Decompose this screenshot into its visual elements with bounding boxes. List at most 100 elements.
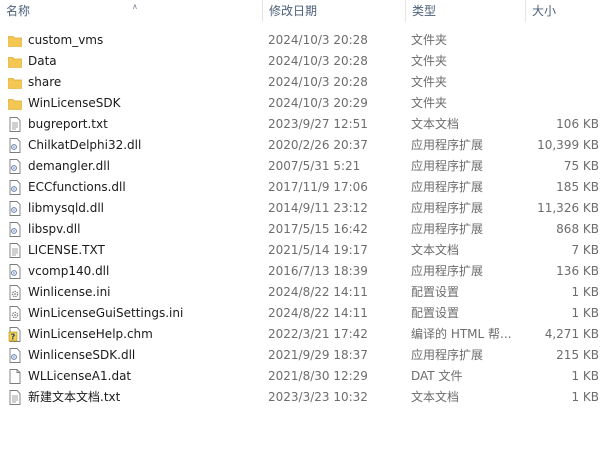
file-size: 11,326 KB [537, 201, 599, 215]
file-date: 2021/5/14 19:17 [268, 243, 368, 257]
file-row[interactable]: ? WinLicenseHelp.chm 2022/3/21 17:42 编译的 HT… [0, 324, 613, 345]
file-name: vcomp140.dll [28, 264, 110, 278]
file-size: 215 KB [556, 348, 599, 362]
dll-file-icon [8, 159, 22, 174]
file-name: libspv.dll [28, 222, 81, 236]
text-file-icon [8, 390, 22, 405]
column-header-size-label: 大小 [532, 4, 557, 18]
file-row[interactable]: LICENSE.TXT 2021/5/14 19:17 文本文档 7 KB [0, 240, 613, 261]
file-type: 文件夹 [411, 96, 448, 110]
file-size: 75 KB [563, 159, 599, 173]
file-date: 2024/8/22 14:11 [268, 306, 368, 320]
file-type: 文件夹 [411, 54, 448, 68]
dll-file-icon [8, 138, 22, 153]
file-type: 应用程序扩展 [411, 222, 484, 236]
file-row[interactable]: ChilkatDelphi32.dll 2020/2/26 20:37 应用程序扩展… [0, 135, 613, 156]
dll-file-icon [8, 180, 22, 195]
file-name: WinLicenseSDK [28, 96, 121, 110]
file-size: 1 KB [571, 306, 599, 320]
file-date: 2024/8/22 14:11 [268, 285, 368, 299]
file-date: 2016/7/13 18:39 [268, 264, 368, 278]
file-name: Winlicense.ini [28, 285, 111, 299]
file-name: LICENSE.TXT [28, 243, 105, 257]
file-size: 10,399 KB [537, 138, 599, 152]
file-size: 4,271 KB [544, 327, 599, 341]
file-type: 应用程序扩展 [411, 201, 484, 215]
file-size: 136 KB [556, 264, 599, 278]
file-row[interactable]: demangler.dll 2007/5/31 5:21 应用程序扩展 75 KB [0, 156, 613, 177]
file-name: WLLicenseA1.dat [28, 369, 132, 383]
ini-file-icon [8, 306, 22, 321]
file-date: 2014/9/11 23:12 [268, 201, 368, 215]
file-size: 106 KB [556, 117, 599, 131]
file-type: 应用程序扩展 [411, 348, 484, 362]
dll-file-icon [8, 222, 22, 237]
text-file-icon [8, 243, 22, 258]
file-date: 2020/2/26 20:37 [268, 138, 368, 152]
file-row[interactable]: custom_vms 2024/10/3 20:28 文件夹 [0, 30, 613, 51]
file-type: 配置设置 [411, 306, 460, 320]
file-type: 应用程序扩展 [411, 159, 484, 173]
file-row[interactable]: WinLicenseSDK 2024/10/3 20:29 文件夹 [0, 93, 613, 114]
file-row[interactable]: vcomp140.dll 2016/7/13 18:39 应用程序扩展 136 KB [0, 261, 613, 282]
file-date: 2023/3/23 10:32 [268, 390, 368, 404]
text-file-icon [8, 117, 22, 132]
file-row[interactable]: WinLicenseGuiSettings.ini 2024/8/22 14:11… [0, 303, 613, 324]
file-name: ECCfunctions.dll [28, 180, 126, 194]
column-header-name[interactable]: 名称 ∧ [0, 0, 262, 22]
file-type: 文本文档 [411, 390, 460, 404]
file-name: Data [28, 54, 57, 68]
file-type: 应用程序扩展 [411, 138, 484, 152]
folder-icon [8, 75, 22, 90]
file-date: 2021/9/29 18:37 [268, 348, 368, 362]
file-row[interactable]: Data 2024/10/3 20:28 文件夹 [0, 51, 613, 72]
file-type: 文本文档 [411, 243, 460, 257]
blank-file-icon [8, 369, 22, 384]
folder-icon [8, 33, 22, 48]
file-name: bugreport.txt [28, 117, 108, 131]
file-name: libmysqld.dll [28, 201, 104, 215]
file-row[interactable]: bugreport.txt 2023/9/27 12:51 文本文档 106 KB [0, 114, 613, 135]
file-name: 新建文本文档.txt [28, 390, 121, 404]
file-name: ChilkatDelphi32.dll [28, 138, 142, 152]
file-type: 文件夹 [411, 33, 448, 47]
column-header-size[interactable]: 大小 [525, 0, 613, 22]
file-date: 2017/5/15 16:42 [268, 222, 368, 236]
file-date: 2024/10/3 20:29 [268, 96, 368, 110]
file-row[interactable]: libmysqld.dll 2014/9/11 23:12 应用程序扩展 11,326… [0, 198, 613, 219]
file-row[interactable]: ECCfunctions.dll 2017/11/9 17:06 应用程序扩展 185… [0, 177, 613, 198]
file-size: 185 KB [556, 180, 599, 194]
folder-icon [8, 96, 22, 111]
file-row[interactable]: WinlicenseSDK.dll 2021/9/29 18:37 应用程序扩展 21… [0, 345, 613, 366]
file-size: 868 KB [556, 222, 599, 236]
column-header-type-label: 类型 [412, 4, 437, 18]
column-header-type[interactable]: 类型 [405, 0, 525, 22]
file-size: 1 KB [571, 369, 599, 383]
file-type: DAT 文件 [411, 369, 463, 383]
dll-file-icon [8, 264, 22, 279]
file-name: custom_vms [28, 33, 104, 47]
file-type: 应用程序扩展 [411, 264, 484, 278]
column-header-date[interactable]: 修改日期 [262, 0, 405, 22]
file-row[interactable]: libspv.dll 2017/5/15 16:42 应用程序扩展 868 KB [0, 219, 613, 240]
file-size: 1 KB [571, 285, 599, 299]
file-type: 编译的 HTML 帮... [411, 327, 512, 341]
file-type: 配置设置 [411, 285, 460, 299]
file-date: 2017/11/9 17:06 [268, 180, 368, 194]
file-row[interactable]: Winlicense.ini 2024/8/22 14:11 配置设置 1 KB [0, 282, 613, 303]
file-date: 2024/10/3 20:28 [268, 33, 368, 47]
file-row[interactable]: WLLicenseA1.dat 2021/8/30 12:29 DAT 文件 1 KB [0, 366, 613, 387]
file-row[interactable]: share 2024/10/3 20:28 文件夹 [0, 72, 613, 93]
file-row[interactable]: 新建文本文档.txt 2023/3/23 10:32 文本文档 1 KB [0, 387, 613, 408]
svg-text:?: ? [11, 333, 16, 342]
chm-help-icon: ? [8, 327, 22, 342]
file-date: 2022/3/21 17:42 [268, 327, 368, 341]
file-size: 7 KB [571, 243, 599, 257]
file-date: 2021/8/30 12:29 [268, 369, 368, 383]
file-name: WinLicenseGuiSettings.ini [28, 306, 184, 320]
file-date: 2023/9/27 12:51 [268, 117, 368, 131]
file-list: custom_vms 2024/10/3 20:28 文件夹 Data 2024/10/… [0, 30, 613, 408]
column-header-name-label: 名称 [6, 4, 31, 18]
file-date: 2024/10/3 20:28 [268, 75, 368, 89]
file-name: WinlicenseSDK.dll [28, 348, 136, 362]
